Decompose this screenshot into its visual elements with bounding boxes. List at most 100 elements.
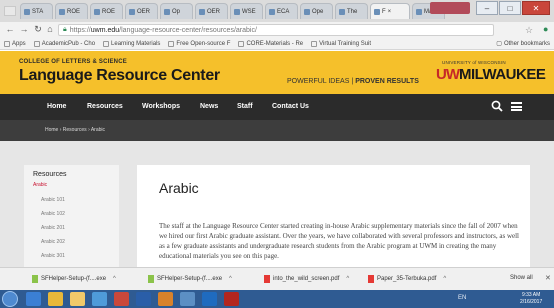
page-title: Arabic [159,180,199,196]
window-controls: – □ ✕ [476,1,550,15]
page-icon [103,40,110,47]
bookmark-item[interactable]: Virtual Training Suit [311,40,371,47]
profile-chip[interactable] [430,2,470,14]
bookmarks-bar: Apps AcademicPub - Cho Learning Material… [0,38,554,50]
hamburger-menu-icon[interactable] [511,102,522,111]
tagline: POWERFUL IDEAS | PROVEN RESULTS [287,78,419,85]
site-header: COLLEGE OF LETTERS & SCIENCE Language Re… [0,51,554,94]
show-all-downloads-link[interactable]: Show all [510,275,533,281]
browser-tab[interactable]: STA [20,3,53,19]
browser-tab-active[interactable]: F × [370,3,410,19]
page-icon [311,40,318,47]
chevron-up-icon[interactable]: ^ [229,276,232,282]
content-area: Resources Arabic Arabic 101 Arabic 102 A… [0,141,554,267]
sidebar-item-arabic-101[interactable]: Arabic 101 [41,197,65,203]
nav-workshops[interactable]: Workshops [142,103,180,110]
start-button[interactable] [2,291,18,307]
browser-tab[interactable]: OER [125,3,158,19]
powerpoint-icon[interactable] [114,292,129,306]
installer-icon [32,275,38,283]
download-item[interactable]: SFHelper-Setup-(f....exe ^ [148,275,232,283]
download-item[interactable]: Paper_35-Terbuka.pdf ^ [368,275,446,283]
tab-overflow-icon[interactable] [4,6,16,16]
nav-staff[interactable]: Staff [237,103,253,110]
chrome-icon[interactable] [48,292,63,306]
breadcrumb-bar: Home › Resources › Arabic [0,120,554,141]
breadcrumb[interactable]: Home › Resources › Arabic [45,127,105,133]
forward-arrow-icon[interactable]: → [18,24,30,34]
tab-favicon-icon [339,8,345,15]
app-icon[interactable] [180,292,195,306]
bookmark-item[interactable]: Learning Materials [103,40,160,47]
chevron-up-icon[interactable]: ^ [113,276,116,282]
home-icon[interactable]: ⌂ [44,24,56,34]
word-icon[interactable] [136,292,151,306]
search-icon[interactable] [491,100,503,112]
system-clock[interactable]: 9:33 AM 2/16/2017 [520,292,542,306]
extension-icon[interactable]: ● [543,24,548,34]
sidebar-item-arabic[interactable]: Arabic [33,182,47,188]
download-item[interactable]: SFHelper-Setup-(f....exe ^ [32,275,116,283]
close-downloads-icon[interactable]: ✕ [545,274,551,282]
page-icon [33,40,40,47]
browser-tab[interactable]: WSE [230,3,263,19]
nav-resources[interactable]: Resources [87,103,123,110]
university-subtitle: UNIVERSITY of WISCONSIN [442,60,506,65]
bookmark-item[interactable]: CORE-Materials - Re [238,40,303,47]
explorer-icon[interactable] [70,292,85,306]
bookmark-item[interactable]: Free Open-source F [168,40,230,47]
url-scheme: https:// [69,26,91,34]
pdf-icon [368,275,374,283]
acrobat-icon[interactable] [224,292,239,306]
intro-paragraph: The staff at the Language Resource Cente… [159,222,519,260]
skype-icon[interactable] [202,292,217,306]
apps-icon [4,40,10,47]
site-title[interactable]: Language Resource Center [19,67,220,85]
installer-icon [148,275,154,283]
chevron-up-icon[interactable]: ^ [346,276,349,282]
close-window-button[interactable]: ✕ [522,1,550,15]
browser-tab[interactable]: ROE [90,3,123,19]
browser-tab[interactable]: The [335,3,368,19]
url-input[interactable]: 🔒︎ https://uwm.edu/language-resource-cen… [58,24,494,36]
nav-news[interactable]: News [200,103,218,110]
outlook-icon[interactable] [158,292,173,306]
sidebar-heading[interactable]: Resources [33,171,66,178]
download-item[interactable]: into_the_wild_screen.pdf ^ [264,275,349,283]
college-name[interactable]: COLLEGE OF LETTERS & SCIENCE [19,59,127,65]
language-indicator[interactable]: EN [458,295,466,301]
nav-home[interactable]: Home [47,103,66,110]
sidebar: Resources Arabic Arabic 101 Arabic 102 A… [24,165,119,267]
sidebar-item-arabic-202[interactable]: Arabic 202 [41,239,65,245]
tab-favicon-icon [304,8,310,15]
sidebar-item-arabic-301[interactable]: Arabic 301 [41,253,65,259]
bookmark-apps[interactable]: Apps [4,40,26,47]
bookmark-item[interactable]: AcademicPub - Cho [33,40,95,47]
maximize-button[interactable]: □ [499,1,521,15]
minimize-button[interactable]: – [476,1,498,15]
reload-icon[interactable]: ↻ [32,24,44,35]
bookmark-star-icon[interactable]: ☆ [525,25,533,36]
back-arrow-icon[interactable]: ← [4,24,16,34]
url-path: /language-resource-center/resources/arab… [119,26,257,34]
browser-tab-strip: STA ROE ROE OER Op OER WSE ECA Ope The F… [0,0,554,22]
app-icon[interactable] [92,292,107,306]
browser-tab[interactable]: OER [195,3,228,19]
other-bookmarks[interactable]: ▢ Other bookmarks [496,40,550,48]
page-icon [238,40,245,47]
url-host: uwm.edu [90,26,120,34]
browser-tab[interactable]: ROE [55,3,88,19]
uwm-logo[interactable]: UWMILWAUKEE [436,66,546,83]
sidebar-item-arabic-201[interactable]: Arabic 201 [41,225,65,231]
browser-tab[interactable]: ECA [265,3,298,19]
windows-taskbar: EN 9:33 AM 2/16/2017 [0,290,554,308]
sidebar-item-arabic-102[interactable]: Arabic 102 [41,211,65,217]
chevron-up-icon[interactable]: ^ [443,276,446,282]
browser-tab[interactable]: Ope [300,3,333,19]
browser-tab[interactable]: Op [160,3,193,19]
nav-contact-us[interactable]: Contact Us [272,103,309,110]
main-nav: Home Resources Workshops News Staff Cont… [0,94,554,120]
tab-close-icon[interactable]: × [388,9,392,15]
ie-icon[interactable] [26,292,41,306]
pdf-icon [264,275,270,283]
